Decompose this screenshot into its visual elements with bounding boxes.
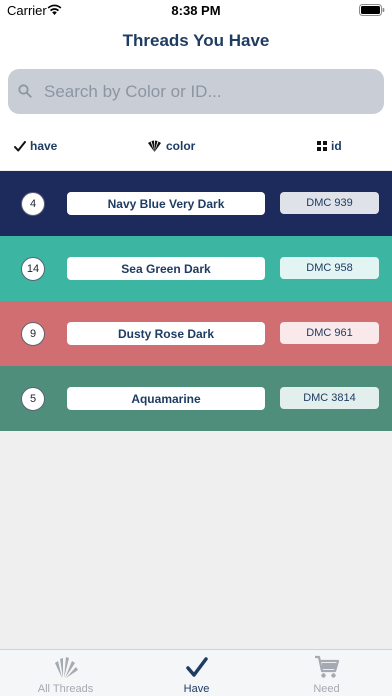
- tab-all-threads[interactable]: All Threads: [0, 650, 131, 696]
- checkmark-icon: [185, 657, 208, 677]
- thread-name: Navy Blue Very Dark: [67, 192, 265, 215]
- quantity-badge[interactable]: 9: [21, 322, 45, 346]
- cart-icon: [314, 655, 339, 678]
- thread-name: Sea Green Dark: [67, 257, 265, 280]
- quantity-badge[interactable]: 14: [21, 257, 45, 281]
- thread-id: DMC 961: [280, 322, 379, 344]
- spools-icon: [148, 140, 161, 152]
- spools-icon: [54, 657, 78, 678]
- tab-bar: All Threads Have Need: [0, 649, 392, 696]
- column-have-label: have: [30, 139, 58, 153]
- quantity-badge[interactable]: 4: [21, 192, 45, 216]
- page-title: Threads You Have: [122, 31, 270, 50]
- clock: 8:38 PM: [171, 3, 221, 18]
- checkmark-icon: [14, 140, 26, 151]
- battery-icon: [359, 4, 385, 16]
- thread-id: DMC 958: [280, 257, 379, 279]
- search-icon: [18, 84, 32, 98]
- tab-label: Need: [313, 683, 340, 695]
- thread-list: 4 Navy Blue Very Dark DMC 939 14 Sea Gre…: [0, 171, 392, 431]
- thread-row[interactable]: 14 Sea Green Dark DMC 958: [0, 236, 392, 301]
- sort-have-button[interactable]: have: [14, 139, 57, 153]
- column-id-label: id: [331, 139, 342, 153]
- column-headers: have color id: [0, 136, 392, 158]
- thread-name: Aquamarine: [67, 387, 265, 410]
- tab-label: All Threads: [37, 683, 94, 695]
- sort-id-button[interactable]: id: [317, 139, 342, 153]
- thread-row[interactable]: 9 Dusty Rose Dark DMC 961: [0, 301, 392, 366]
- sort-color-button[interactable]: color: [147, 139, 195, 153]
- status-bar: Carrier 8:38 PM: [0, 0, 392, 22]
- tab-have[interactable]: Have: [131, 650, 262, 696]
- thread-row[interactable]: 5 Aquamarine DMC 3814: [0, 366, 392, 431]
- top-area: Carrier 8:38 PM Threads You Have have: [0, 0, 392, 170]
- tab-need[interactable]: Need: [261, 650, 392, 696]
- thread-id: DMC 3814: [280, 387, 379, 409]
- thread-name: Dusty Rose Dark: [67, 322, 265, 345]
- thread-row[interactable]: 4 Navy Blue Very Dark DMC 939: [0, 171, 392, 236]
- quantity-badge[interactable]: 5: [21, 387, 45, 411]
- search-input[interactable]: [44, 69, 376, 114]
- grid-icon: [317, 141, 327, 151]
- column-color-label: color: [166, 139, 196, 153]
- search-bar[interactable]: [8, 69, 384, 114]
- thread-id: DMC 939: [280, 192, 379, 214]
- tab-label: Have: [183, 683, 210, 695]
